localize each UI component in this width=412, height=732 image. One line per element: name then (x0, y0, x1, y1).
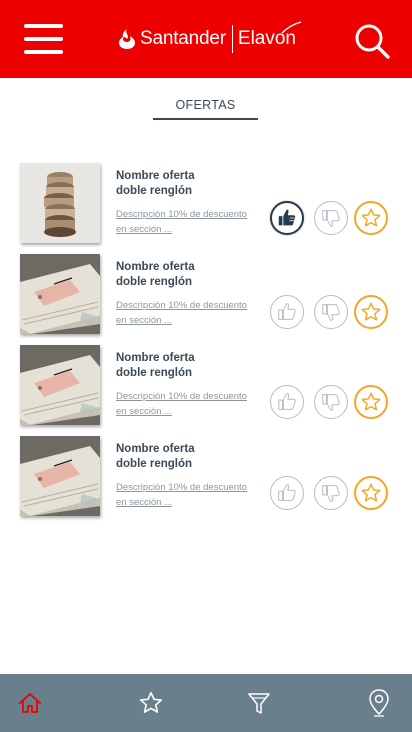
thumbs-up-icon (278, 303, 296, 320)
offer-desc-line: en sección ... (116, 315, 172, 326)
thumbs-down-icon (322, 304, 340, 321)
offer-name: Nombre oferta doble renglón (116, 169, 266, 199)
offer-desc-line: en sección ... (116, 497, 172, 508)
offer-description-link[interactable]: Descripción 10% de descuento en sección … (116, 389, 264, 419)
menu-button[interactable] (24, 24, 64, 54)
offer-desc-line: en sección ... (116, 406, 172, 417)
home-icon (19, 693, 41, 713)
offer-name-line: doble renglón (116, 367, 193, 379)
favorite-button[interactable] (354, 385, 388, 419)
offer-image[interactable] (20, 254, 100, 334)
dislike-button[interactable] (314, 385, 348, 419)
tab-active-indicator (153, 118, 258, 120)
offer-description-link[interactable]: Descripción 10% de descuento en sección … (116, 298, 264, 328)
offer-name-line: doble renglón (116, 458, 193, 470)
nav-favorites-button[interactable] (121, 674, 181, 732)
thumbs-down-icon (322, 394, 340, 411)
tab-ofertas[interactable]: OFERTAS (153, 96, 258, 120)
offer-item[interactable]: Nombre oferta doble renglón Descripción … (20, 163, 400, 245)
offer-image[interactable] (20, 163, 100, 243)
dislike-button[interactable] (314, 476, 348, 510)
star-icon (361, 392, 381, 411)
offer-name-line: doble renglón (116, 276, 193, 288)
offer-item[interactable]: Nombre oferta doble renglón Descripción … (20, 436, 400, 518)
filter-icon (248, 693, 270, 714)
menu-bar (24, 50, 63, 54)
santander-flame-icon (119, 29, 135, 49)
menu-bar (24, 24, 63, 28)
offer-item[interactable]: Nombre oferta doble renglón Descripción … (20, 254, 400, 336)
dislike-button[interactable] (314, 295, 348, 329)
like-button[interactable] (270, 385, 304, 419)
offer-description-link[interactable]: Descripción 10% de descuento en sección … (116, 480, 264, 510)
offer-name-line: doble renglón (116, 185, 193, 197)
nav-home-button[interactable] (0, 674, 60, 732)
offer-name: Nombre oferta doble renglón (116, 351, 266, 381)
thumbs-down-icon (322, 485, 340, 502)
brand-divider (231, 25, 233, 53)
offer-name-line: Nombre oferta (116, 443, 195, 455)
like-button[interactable] (270, 295, 304, 329)
elavon-swoosh-icon (281, 21, 302, 34)
like-button[interactable] (270, 476, 304, 510)
favorite-button[interactable] (354, 476, 388, 510)
thumbs-down-icon (322, 210, 340, 227)
brand-logo: Santander Elavon (117, 21, 302, 56)
offer-description-link[interactable]: Descripción 10% de descuento en sección … (116, 207, 264, 237)
offer-name: Nombre oferta doble renglón (116, 442, 266, 472)
offer-desc-line: Descripción 10% de descuento (116, 391, 247, 402)
like-button[interactable] (270, 201, 304, 235)
brand-name: Santander (140, 28, 226, 49)
star-icon (361, 208, 381, 227)
offer-desc-line: Descripción 10% de descuento (116, 209, 247, 220)
thumbs-up-icon (278, 209, 296, 226)
offer-image[interactable] (20, 345, 100, 425)
favorite-button[interactable] (354, 201, 388, 235)
menu-bar (24, 37, 63, 41)
offer-desc-line: en sección ... (116, 224, 172, 235)
partner-name: Elavon (238, 21, 302, 50)
offer-desc-line: Descripción 10% de descuento (116, 482, 247, 493)
offer-name-line: Nombre oferta (116, 352, 195, 364)
thumbs-up-icon (278, 484, 296, 501)
offer-name-line: Nombre oferta (116, 170, 195, 182)
offer-name: Nombre oferta doble renglón (116, 260, 266, 290)
nav-location-button[interactable] (349, 674, 409, 732)
location-pin-icon (369, 689, 389, 717)
tab-label: OFERTAS (175, 98, 236, 112)
star-icon (361, 302, 381, 321)
offer-desc-line: Descripción 10% de descuento (116, 300, 247, 311)
search-button[interactable] (352, 22, 392, 62)
thumbs-up-icon (278, 393, 296, 410)
app-header: Santander Elavon (0, 0, 412, 78)
star-icon (361, 483, 381, 502)
search-icon (355, 24, 390, 59)
offer-image[interactable] (20, 436, 100, 516)
star-icon (139, 691, 163, 713)
nav-filter-button[interactable] (229, 674, 289, 732)
favorite-button[interactable] (354, 295, 388, 329)
offer-name-line: Nombre oferta (116, 261, 195, 273)
dislike-button[interactable] (314, 201, 348, 235)
bottom-navigation (0, 674, 412, 732)
offer-item[interactable]: Nombre oferta doble renglón Descripción … (20, 345, 400, 427)
